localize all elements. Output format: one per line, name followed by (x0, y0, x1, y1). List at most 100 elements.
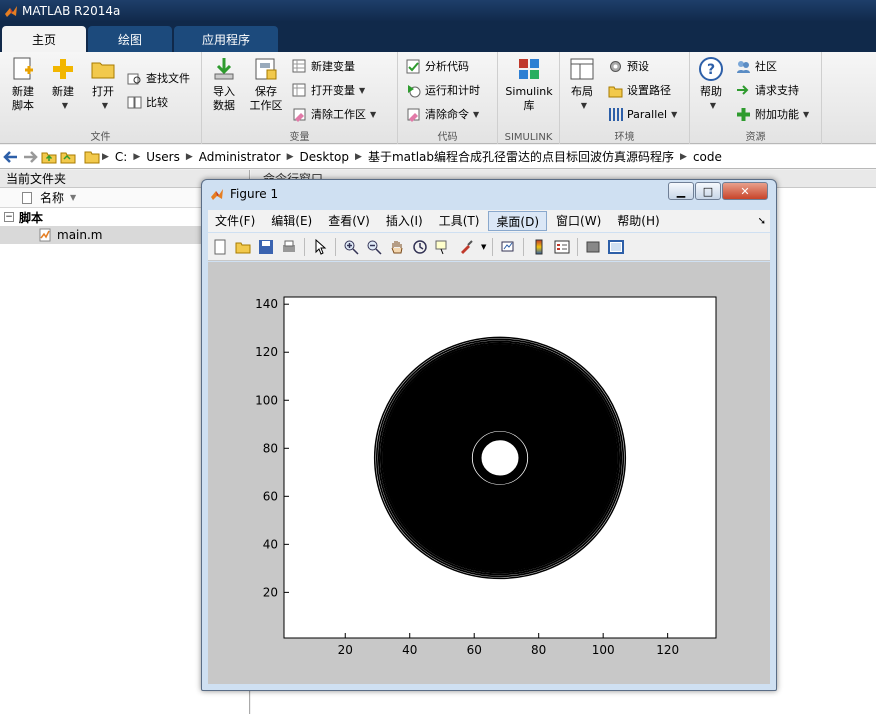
pan-hand-icon[interactable] (389, 239, 405, 255)
tab-apps[interactable]: 应用程序 (174, 26, 278, 52)
zoom-out-icon[interactable] (366, 239, 382, 255)
breadcrumb-administrator[interactable]: Administrator (199, 150, 281, 164)
menu-insert[interactable]: 插入(I) (379, 211, 430, 231)
show-plot-tools-icon[interactable] (608, 239, 625, 255)
new-script-button[interactable]: 新建 脚本 (6, 56, 40, 113)
minimize-icon: ▁ (676, 184, 686, 198)
collapse-icon[interactable]: − (4, 212, 14, 222)
menu-desktop[interactable]: 桌面(D) (488, 211, 548, 231)
minimize-button[interactable]: ▁ (668, 182, 694, 200)
analyze-code-button[interactable]: 分析代码 (406, 56, 469, 76)
chevron-down-icon: ▼ (580, 101, 588, 110)
set-path-button[interactable]: 设置路径 (608, 80, 671, 100)
layout-button[interactable]: 布局 ▼ (564, 56, 600, 113)
breadcrumb-project[interactable]: 基于matlab编程合成孔径雷达的点目标回波仿真源码程序 (368, 148, 674, 165)
new-button[interactable]: 新建 ▼ (46, 56, 80, 113)
close-icon: ✕ (740, 184, 750, 198)
new-label: 新建 (52, 85, 74, 98)
figure-menu-bar: 文件(F) 编辑(E) 查看(V) 插入(I) 工具(T) 桌面(D) 窗口(W… (208, 210, 770, 232)
maximize-icon: □ (702, 184, 714, 198)
figure-window[interactable]: Figure 1 ▁ □ ✕ 文件(F) 编辑(E) 查看(V) 插入(I) 工… (201, 179, 777, 691)
chevron-down-icon[interactable]: ▼ (481, 243, 486, 251)
clear-commands-button[interactable]: 清除命令 ▼ (406, 104, 479, 124)
y-tick-label: 120 (255, 345, 278, 359)
help-button[interactable]: ? 帮助 ▼ (694, 56, 728, 113)
compare-icon (127, 96, 142, 108)
matlab-logo-icon (5, 6, 17, 17)
figure-canvas[interactable]: 20 40 60 80 100 120 20 40 60 80 100 120 140 (208, 262, 770, 684)
new-figure-icon[interactable] (212, 239, 228, 255)
group-label-code: 代码 (437, 132, 458, 143)
folder-icon (84, 151, 100, 163)
browse-folder-icon[interactable] (60, 150, 76, 164)
group-label-resources: 资源 (745, 132, 766, 143)
community-button[interactable]: 社区 (736, 56, 777, 76)
parallel-button[interactable]: Parallel ▼ (608, 104, 677, 124)
find-files-button[interactable]: 查找文件 (127, 68, 190, 88)
breadcrumb-code[interactable]: code (693, 150, 722, 164)
zoom-in-icon[interactable] (343, 239, 359, 255)
y-tick-label: 60 (263, 489, 278, 503)
add-ons-button[interactable]: 附加功能 ▼ (736, 104, 809, 124)
new-variable-button[interactable]: 新建变量 (292, 56, 355, 76)
menu-file[interactable]: 文件(F) (208, 211, 262, 231)
breadcrumb-users[interactable]: Users (146, 150, 180, 164)
y-tick-label: 100 (255, 393, 278, 407)
breadcrumb-desktop[interactable]: Desktop (300, 150, 350, 164)
menu-window[interactable]: 窗口(W) (549, 211, 608, 231)
run-and-time-button[interactable]: 运行和计时 (406, 80, 480, 100)
tab-plots[interactable]: 绘图 (88, 26, 172, 52)
maximize-button[interactable]: □ (695, 182, 721, 200)
x-tick-label: 120 (656, 643, 679, 657)
compare-button[interactable]: 比较 (127, 92, 168, 112)
menu-help[interactable]: 帮助(H) (610, 211, 666, 231)
dock-arrow-icon[interactable]: ➘ (758, 216, 766, 227)
request-support-label: 请求支持 (755, 84, 799, 97)
tab-home[interactable]: 主页 (2, 26, 86, 52)
open-button[interactable]: 打开 ▼ (86, 56, 120, 113)
save-workspace-button[interactable]: 保存 工作区 (246, 56, 286, 113)
pointer-icon[interactable] (312, 238, 328, 255)
save-ws-label-2: 工作区 (249, 99, 283, 112)
clear-workspace-button[interactable]: 清除工作区 ▼ (292, 104, 376, 124)
open-file-icon[interactable] (235, 239, 251, 255)
y-tick-label: 80 (263, 441, 278, 455)
sort-down-icon: ▼ (70, 193, 77, 202)
simulink-library-button[interactable]: Simulink 库 (502, 56, 556, 113)
request-support-button[interactable]: 请求支持 (736, 80, 799, 100)
open-variable-button[interactable]: 打开变量 ▼ (292, 80, 365, 100)
back-icon[interactable] (3, 150, 19, 164)
eraser-icon (407, 108, 420, 122)
new-variable-icon (292, 59, 306, 72)
save-icon[interactable] (258, 239, 274, 255)
hide-plot-tools-icon[interactable] (585, 239, 601, 255)
compare-label: 比较 (146, 96, 168, 109)
print-icon[interactable] (281, 239, 297, 255)
find-files-icon (127, 73, 141, 84)
menu-tools[interactable]: 工具(T) (432, 211, 487, 231)
contour-plot[interactable]: 20 40 60 80 100 120 20 40 60 80 100 120 140 (208, 262, 770, 684)
chevron-down-icon: ▼ (61, 101, 69, 110)
menu-edit[interactable]: 编辑(E) (264, 211, 319, 231)
save-workspace-icon (255, 58, 277, 80)
data-cursor-icon[interactable] (435, 239, 451, 255)
breadcrumb-c[interactable]: C: (115, 150, 127, 164)
eraser-icon (293, 108, 306, 122)
link-plot-icon[interactable] (500, 239, 516, 255)
breadcrumb-separator: ▶ (133, 151, 141, 162)
chevron-down-icon: ▼ (803, 109, 810, 119)
set-path-icon (608, 86, 623, 97)
plus-icon (53, 59, 73, 79)
forward-icon[interactable] (22, 150, 38, 164)
import-data-button[interactable]: 导入 数据 (206, 56, 242, 113)
find-files-label: 查找文件 (146, 72, 190, 85)
close-button[interactable]: ✕ (722, 182, 768, 200)
rotate-3d-icon[interactable] (412, 239, 428, 255)
brush-icon[interactable] (458, 239, 474, 255)
menu-view[interactable]: 查看(V) (321, 211, 377, 231)
preferences-button[interactable]: 预设 (608, 56, 649, 76)
ribbon-tabs: 主页 绘图 应用程序 (0, 22, 876, 52)
colorbar-icon[interactable] (531, 239, 547, 255)
legend-icon[interactable] (554, 239, 570, 255)
up-folder-icon[interactable] (41, 150, 57, 164)
